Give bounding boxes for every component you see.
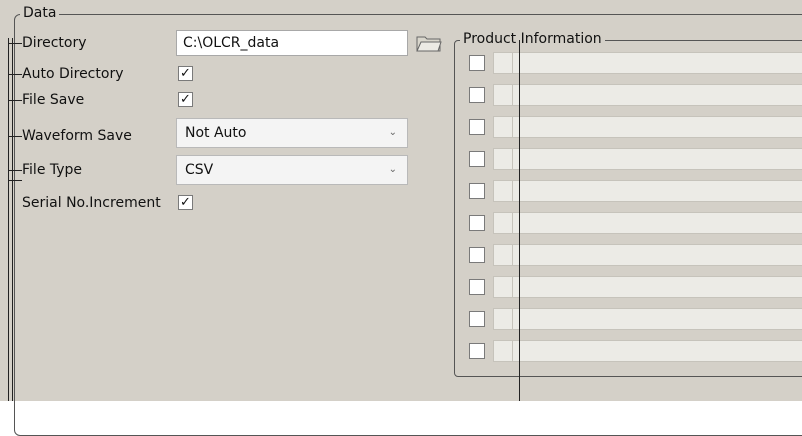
leader-waveform-save bbox=[8, 136, 22, 137]
leader-vertical-left bbox=[8, 38, 9, 401]
serial-increment-checkbox[interactable]: ✓ bbox=[178, 195, 193, 210]
chevron-down-icon: ⌄ bbox=[388, 164, 397, 175]
product-info-field[interactable] bbox=[493, 84, 802, 106]
product-info-row bbox=[455, 209, 802, 237]
product-info-checkbox[interactable] bbox=[469, 183, 485, 199]
auto-directory-label: Auto Directory bbox=[22, 66, 124, 82]
leader-directory bbox=[8, 43, 22, 44]
product-info-field[interactable] bbox=[493, 340, 802, 362]
data-group-title: Data bbox=[20, 5, 60, 21]
leader-file-save bbox=[8, 100, 22, 101]
directory-input[interactable]: C:\OLCR_data bbox=[176, 30, 408, 56]
product-info-field[interactable] bbox=[493, 276, 802, 298]
product-info-field[interactable] bbox=[493, 116, 802, 138]
waveform-save-label: Waveform Save bbox=[22, 128, 132, 144]
product-info-title: Product Information bbox=[460, 31, 605, 47]
file-type-select[interactable]: CSV ⌄ bbox=[176, 155, 408, 185]
waveform-save-select[interactable]: Not Auto ⌄ bbox=[176, 118, 408, 148]
product-info-checkbox[interactable] bbox=[469, 119, 485, 135]
folder-icon[interactable] bbox=[416, 34, 442, 52]
settings-panel: Data Directory C:\OLCR_data Auto Directo… bbox=[0, 0, 802, 436]
product-info-row bbox=[455, 273, 802, 301]
directory-label: Directory bbox=[22, 35, 87, 51]
product-info-field[interactable] bbox=[493, 212, 802, 234]
waveform-save-value: Not Auto bbox=[185, 125, 247, 141]
product-info-row bbox=[455, 145, 802, 173]
product-info-field[interactable] bbox=[493, 244, 802, 266]
product-info-row bbox=[455, 177, 802, 205]
product-info-frame bbox=[454, 40, 802, 377]
product-info-row bbox=[455, 49, 802, 77]
auto-directory-checkbox[interactable]: ✓ bbox=[178, 66, 193, 81]
product-info-row bbox=[455, 113, 802, 141]
file-save-checkbox[interactable]: ✓ bbox=[178, 92, 193, 107]
product-info-field[interactable] bbox=[493, 52, 802, 74]
product-info-field[interactable] bbox=[493, 148, 802, 170]
product-info-checkbox[interactable] bbox=[469, 247, 485, 263]
serial-increment-label: Serial No.Increment bbox=[22, 195, 161, 211]
file-type-value: CSV bbox=[185, 162, 214, 178]
product-info-checkbox[interactable] bbox=[469, 215, 485, 231]
product-info-row bbox=[455, 337, 802, 365]
leader-file-type bbox=[8, 170, 22, 171]
file-type-label: File Type bbox=[22, 162, 83, 178]
leader-product-info bbox=[519, 40, 520, 401]
product-info-checkbox[interactable] bbox=[469, 55, 485, 71]
product-info-checkbox[interactable] bbox=[469, 343, 485, 359]
product-info-row bbox=[455, 81, 802, 109]
product-info-checkbox[interactable] bbox=[469, 87, 485, 103]
leader-serial bbox=[8, 180, 22, 181]
product-info-checkbox[interactable] bbox=[469, 279, 485, 295]
product-info-checkbox[interactable] bbox=[469, 151, 485, 167]
product-info-field[interactable] bbox=[493, 308, 802, 330]
file-save-label: File Save bbox=[22, 92, 85, 108]
product-info-row bbox=[455, 305, 802, 333]
leader-auto-directory bbox=[8, 74, 22, 75]
product-info-checkbox[interactable] bbox=[469, 311, 485, 327]
chevron-down-icon: ⌄ bbox=[388, 127, 397, 138]
product-info-field[interactable] bbox=[493, 180, 802, 202]
leader-vertical-left-2 bbox=[12, 38, 13, 401]
product-info-row bbox=[455, 241, 802, 269]
